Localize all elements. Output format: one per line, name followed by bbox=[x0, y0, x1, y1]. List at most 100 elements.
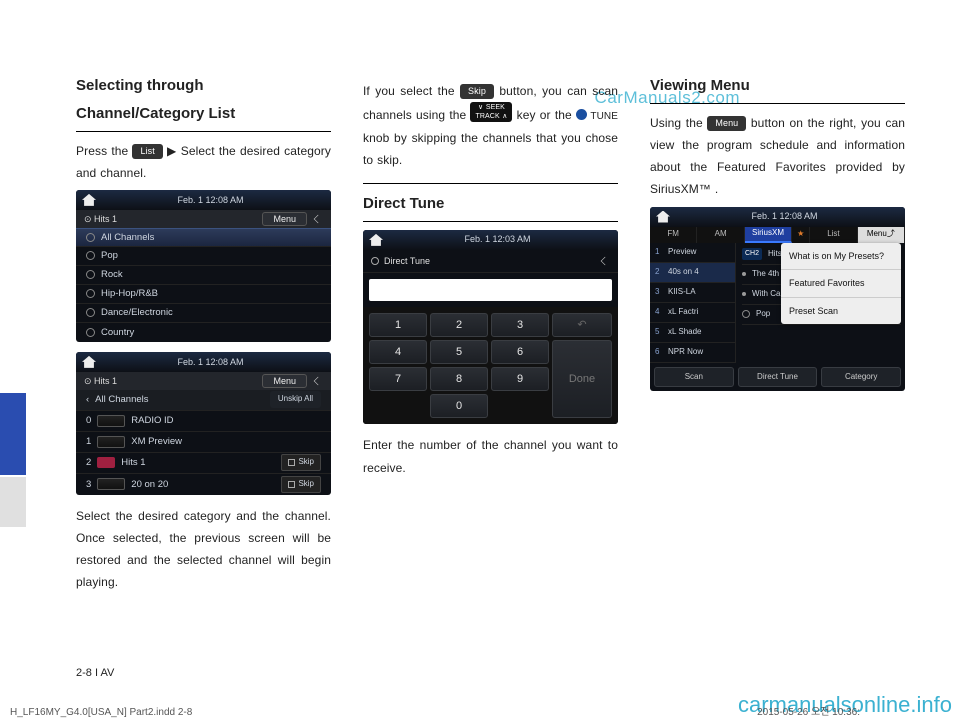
tab-list[interactable]: List bbox=[810, 227, 857, 243]
screenshot-channel-list: Feb. 1 12:08 AM ⊙ Hits 1 Menu ‹All Chann… bbox=[76, 352, 331, 495]
section-title-direct-tune: Direct Tune bbox=[363, 190, 618, 222]
side-tab-blue bbox=[0, 393, 26, 475]
category-row[interactable]: Pop bbox=[76, 247, 331, 266]
column-2: If you select the Skip button, you can s… bbox=[363, 72, 618, 600]
sxm-logo-icon bbox=[97, 415, 125, 427]
content-columns: Selecting through Channel/Category List … bbox=[76, 72, 896, 600]
unskip-all-button[interactable]: Unskip All bbox=[270, 391, 321, 408]
column-1: Selecting through Channel/Category List … bbox=[76, 72, 331, 600]
genre-icon bbox=[742, 310, 750, 318]
preset-row[interactable]: 1Preview bbox=[650, 243, 735, 263]
channel-row[interactable]: 320 on 20Skip bbox=[76, 474, 331, 495]
xm-logo-icon bbox=[97, 436, 125, 448]
screenshot-direct-tune: Feb. 1 12:03 AM Direct Tune 1 2 3 ↶ 4 5 … bbox=[363, 230, 618, 425]
skip-button[interactable]: Skip bbox=[281, 476, 321, 493]
channel-row[interactable]: 0RADIO ID bbox=[76, 411, 331, 432]
section-title-viewing-menu: Viewing Menu bbox=[650, 72, 905, 104]
genre-icon bbox=[86, 308, 95, 317]
keypad: 1 2 3 ↶ 4 5 6 Done 7 8 9 0 bbox=[363, 307, 618, 424]
category-row[interactable]: All Channels bbox=[76, 228, 331, 247]
category-row[interactable]: Dance/Electronic bbox=[76, 304, 331, 323]
menu-button-chip: Menu bbox=[707, 116, 746, 131]
preset-row[interactable]: 240s on 4 bbox=[650, 263, 735, 283]
skip-button[interactable]: Skip bbox=[281, 454, 321, 471]
genre-icon bbox=[86, 251, 95, 260]
page-number: 2-8 I AV bbox=[76, 667, 114, 679]
channel-row[interactable]: 1XM Preview bbox=[76, 432, 331, 453]
key-3[interactable]: 3 bbox=[491, 313, 549, 337]
menu-item[interactable]: What is on My Presets? bbox=[781, 243, 901, 271]
screenshot-category-list: Feb. 1 12:08 AM ⊙ Hits 1 Menu All Channe… bbox=[76, 190, 331, 342]
text: Press the bbox=[76, 144, 132, 158]
category-row[interactable]: Country bbox=[76, 323, 331, 342]
key-1[interactable]: 1 bbox=[369, 313, 427, 337]
checkbox-icon bbox=[288, 459, 295, 466]
band-tabs: FM AM SiriusXM ★ List Menu ⤴ bbox=[650, 227, 905, 243]
preset-row[interactable]: 5xL Shade bbox=[650, 323, 735, 343]
preset-row[interactable]: 3KIIS-LA bbox=[650, 283, 735, 303]
key-9[interactable]: 9 bbox=[491, 367, 549, 391]
back-icon[interactable] bbox=[314, 215, 322, 223]
menu-item[interactable]: Featured Favorites bbox=[781, 270, 901, 298]
home-icon[interactable] bbox=[656, 211, 670, 223]
category-button[interactable]: Category bbox=[821, 367, 901, 388]
key-2[interactable]: 2 bbox=[430, 313, 488, 337]
channel-row[interactable]: 2Hits 1Skip bbox=[76, 453, 331, 474]
key-4[interactable]: 4 bbox=[369, 340, 427, 364]
key-0[interactable]: 0 bbox=[430, 394, 488, 418]
preset-row[interactable]: 4xL Factri bbox=[650, 303, 735, 323]
back-icon[interactable] bbox=[314, 377, 322, 385]
bullet-icon bbox=[742, 272, 746, 276]
menu-popup: What is on My Presets? Featured Favorite… bbox=[781, 243, 901, 325]
back-icon[interactable] bbox=[601, 257, 609, 265]
ss-header: Feb. 1 12:08 AM bbox=[650, 207, 905, 227]
text: key or the bbox=[517, 108, 576, 122]
key-done[interactable]: Done bbox=[552, 340, 612, 418]
home-icon[interactable] bbox=[369, 234, 383, 246]
tab-siriusxm[interactable]: SiriusXM bbox=[745, 227, 792, 243]
ss-datetime: Feb. 1 12:03 AM bbox=[464, 231, 530, 248]
ss4-main: What is on My Presets? Featured Favorite… bbox=[736, 243, 905, 363]
key-5[interactable]: 5 bbox=[430, 340, 488, 364]
ss-sub-bar: ⊙ Hits 1 Menu bbox=[76, 210, 331, 228]
indd-filename: H_LF16MY_G4.0[USA_N] Part2.indd 2-8 bbox=[10, 707, 192, 718]
page: CarManuals2.com Selecting through Channe… bbox=[0, 0, 960, 724]
menu-chip[interactable]: Menu bbox=[262, 374, 307, 388]
direct-tune-button[interactable]: Direct Tune bbox=[738, 367, 818, 388]
bullet-icon bbox=[742, 292, 746, 296]
radio-icon bbox=[371, 257, 379, 265]
seek-track-key: ∨ SEEKTRACK ∧ bbox=[470, 102, 512, 122]
home-icon[interactable] bbox=[82, 356, 96, 368]
genre-icon bbox=[86, 270, 95, 279]
key-7[interactable]: 7 bbox=[369, 367, 427, 391]
station-label: ⊙ Hits 1 bbox=[84, 373, 117, 390]
column-3: Viewing Menu Using the Menu button on th… bbox=[650, 72, 905, 600]
key-undo[interactable]: ↶ bbox=[552, 313, 612, 337]
menu-item[interactable]: Preset Scan bbox=[781, 298, 901, 325]
all-channels-row[interactable]: ‹All Channels Unskip All bbox=[76, 390, 331, 411]
channel-number-input[interactable] bbox=[369, 279, 612, 301]
genre-icon bbox=[86, 289, 95, 298]
key-6[interactable]: 6 bbox=[491, 340, 549, 364]
indd-timestamp: 2015-05-26 오전 10:36: bbox=[757, 703, 860, 718]
tab-favorite-icon[interactable]: ★ bbox=[792, 227, 810, 243]
key-8[interactable]: 8 bbox=[430, 367, 488, 391]
category-row[interactable]: Hip-Hop/R&B bbox=[76, 285, 331, 304]
category-row[interactable]: Rock bbox=[76, 266, 331, 285]
checkbox-icon bbox=[288, 481, 295, 488]
preset-row[interactable]: 6NPR Now bbox=[650, 343, 735, 363]
tune-label: TUNE bbox=[587, 111, 618, 122]
list-button-chip: List bbox=[132, 144, 162, 159]
genre-icon bbox=[86, 328, 95, 337]
preset-list: 1Preview 240s on 4 3KIIS-LA 4xL Factri 5… bbox=[650, 243, 736, 363]
tab-am[interactable]: AM bbox=[697, 227, 744, 243]
logo-icon bbox=[97, 478, 125, 490]
ss-datetime: Feb. 1 12:08 AM bbox=[177, 354, 243, 371]
station-label: ⊙ Hits 1 bbox=[84, 211, 117, 228]
scan-button[interactable]: Scan bbox=[654, 367, 734, 388]
home-icon[interactable] bbox=[82, 194, 96, 206]
tab-menu[interactable]: Menu ⤴ bbox=[858, 227, 905, 243]
menu-chip[interactable]: Menu bbox=[262, 212, 307, 226]
tab-fm[interactable]: FM bbox=[650, 227, 697, 243]
section-title-channel-list: Selecting through Channel/Category List bbox=[76, 72, 331, 132]
